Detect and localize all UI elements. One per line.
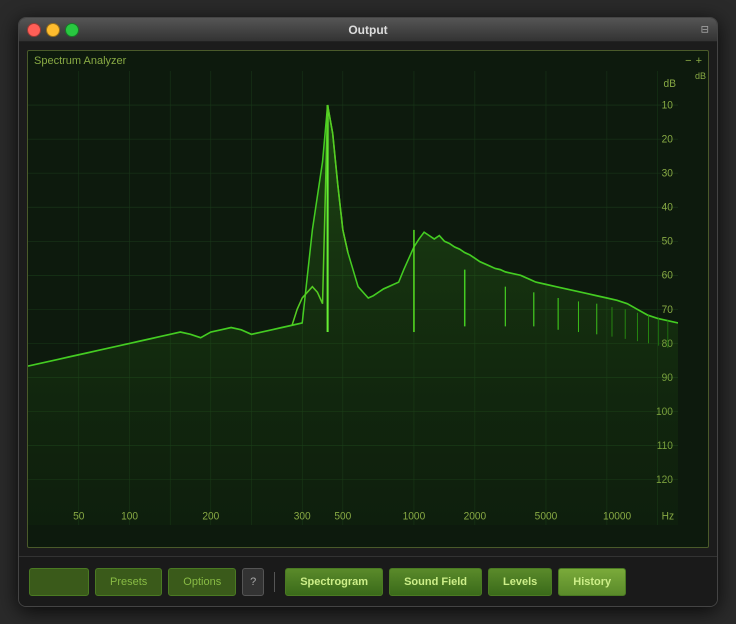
svg-text:60: 60 (662, 269, 673, 282)
window-controls (27, 23, 79, 37)
title-bar: Output ⊟ (19, 18, 717, 42)
svg-text:500: 500 (334, 510, 351, 523)
svg-text:1000: 1000 (403, 510, 426, 523)
options-button[interactable]: Options (168, 568, 236, 596)
spectrum-chart: 10 20 30 40 50 60 70 80 90 100 110 120 (28, 71, 678, 525)
main-window: Output ⊟ Spectrum Analyzer − + dB (18, 17, 718, 607)
spectrum-svg: 10 20 30 40 50 60 70 80 90 100 110 120 (28, 71, 678, 525)
svg-text:20: 20 (662, 133, 673, 146)
svg-text:50: 50 (73, 510, 84, 523)
help-button[interactable]: ? (242, 568, 264, 596)
spectrogram-button[interactable]: Spectrogram (285, 568, 383, 596)
bottom-toolbar: Presets Options ? Spectrogram Sound Fiel… (19, 556, 717, 606)
svg-text:dB: dB (664, 77, 676, 90)
window-right-controls: ⊟ (701, 24, 709, 35)
unnamed-left-button[interactable] (29, 568, 89, 596)
svg-text:70: 70 (662, 303, 673, 316)
svg-text:50: 50 (662, 235, 673, 248)
svg-text:100: 100 (121, 510, 138, 523)
window-resize-icon: ⊟ (701, 24, 709, 35)
svg-text:30: 30 (662, 167, 673, 180)
svg-text:5000: 5000 (535, 510, 558, 523)
spectrum-analyzer-label: Spectrum Analyzer (34, 55, 126, 67)
svg-text:300: 300 (294, 510, 311, 523)
maximize-button[interactable] (65, 23, 79, 37)
sound-field-button[interactable]: Sound Field (389, 568, 482, 596)
svg-text:40: 40 (662, 201, 673, 214)
footer: INSIGHT iZotope Insight ✦ iZotope (19, 606, 717, 607)
svg-text:2000: 2000 (464, 510, 487, 523)
close-button[interactable] (27, 23, 41, 37)
svg-text:10000: 10000 (603, 510, 631, 523)
svg-text:200: 200 (202, 510, 219, 523)
main-content: Spectrum Analyzer − + dB (19, 42, 717, 556)
spectrum-panel: Spectrum Analyzer − + dB (27, 50, 709, 548)
db-unit-label: dB (695, 71, 706, 81)
y-axis: dB (678, 71, 708, 525)
window-title: Output (348, 23, 387, 37)
spectrum-plus-button[interactable]: + (696, 55, 702, 67)
spectrum-controls: − + (685, 55, 702, 67)
spectrum-minus-button[interactable]: − (685, 55, 691, 67)
history-button[interactable]: History (558, 568, 626, 596)
svg-text:10: 10 (662, 99, 673, 112)
minimize-button[interactable] (46, 23, 60, 37)
svg-text:Hz: Hz (662, 510, 674, 523)
levels-button[interactable]: Levels (488, 568, 552, 596)
toolbar-separator (274, 572, 275, 592)
presets-button[interactable]: Presets (95, 568, 162, 596)
